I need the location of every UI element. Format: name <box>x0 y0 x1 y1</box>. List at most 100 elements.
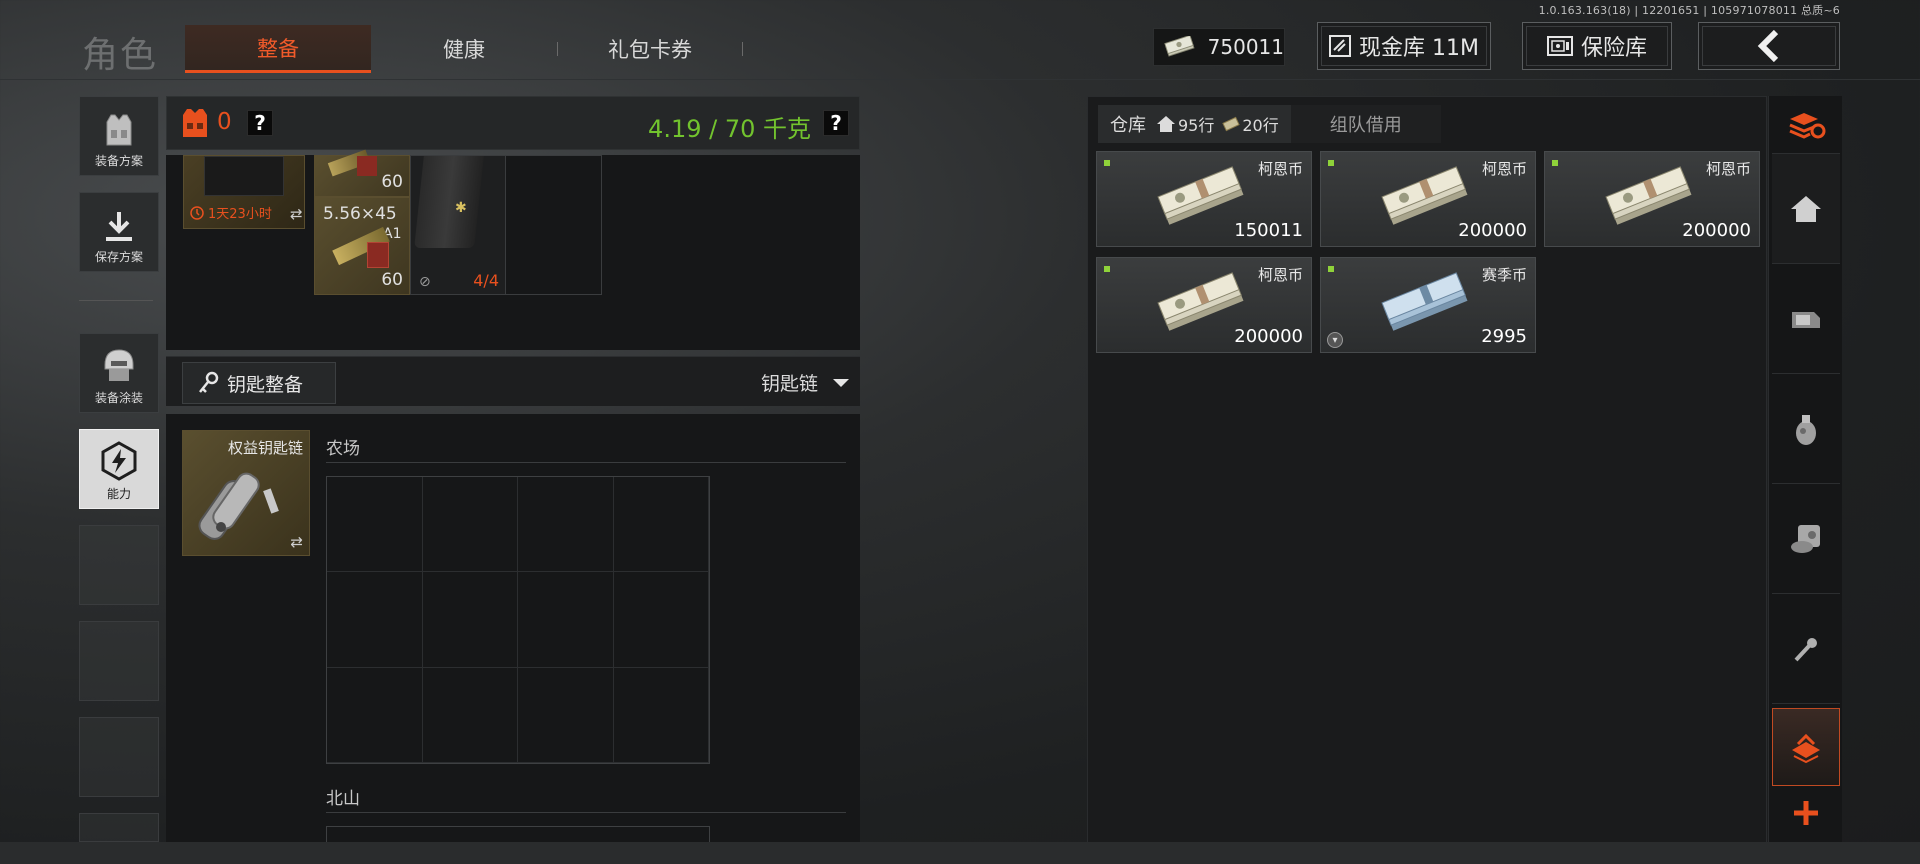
tab-equipment[interactable]: 整备 <box>185 25 371 73</box>
item-name: 柯恩币 <box>1257 160 1303 178</box>
cash-vault-button[interactable]: 现金库 11M <box>1317 22 1491 70</box>
key-slot[interactable] <box>613 477 709 573</box>
tab-warehouse[interactable]: 仓库 95行 20行 <box>1098 105 1291 143</box>
ammo-item[interactable]: 5.56×45 A1 60 <box>314 197 410 295</box>
key-slot[interactable] <box>422 572 518 668</box>
keychain-icon <box>198 472 279 540</box>
item-name: 柯恩币 <box>1705 160 1751 178</box>
new-marker <box>1104 160 1110 166</box>
warehouse-tab-label: 仓库 <box>1110 115 1146 136</box>
key-slot[interactable] <box>613 667 709 763</box>
key-slot[interactable] <box>518 572 614 668</box>
magazine-count: 4/4 <box>473 271 499 290</box>
warehouse-tabs: 仓库 95行 20行 组队借用 <box>1098 105 1441 143</box>
key-slot[interactable] <box>518 667 614 763</box>
sidebar-item-save-plan[interactable]: 保存方案 <box>79 192 159 272</box>
section-divider <box>326 812 846 813</box>
ammo-box-image <box>367 242 389 268</box>
backpack-item[interactable]: 1天23小时 <box>183 155 305 229</box>
item-name: 赛季币 <box>1481 266 1527 284</box>
keychain-dropdown[interactable]: 钥匙链 <box>761 369 850 396</box>
help-icon[interactable]: ? <box>247 110 273 136</box>
warehouse-item[interactable]: 柯恩币 200000 <box>1320 151 1536 247</box>
keychain-item[interactable]: 权益钥匙链 ⇄ <box>182 430 310 556</box>
key-slot[interactable] <box>613 572 709 668</box>
header-divider <box>0 79 1920 80</box>
empty-slot[interactable] <box>79 813 159 842</box>
new-marker <box>1104 266 1110 272</box>
sidebar-item-skin[interactable]: 装备涂装 <box>79 333 159 413</box>
tab-gift-cards[interactable]: 礼包卡券 <box>558 25 742 73</box>
warehouse-item[interactable]: 柯恩币 150011 <box>1096 151 1312 247</box>
back-button[interactable] <box>1698 22 1840 70</box>
timer-text: 1天23小时 <box>208 207 272 222</box>
new-marker <box>1552 160 1558 166</box>
home-icon <box>1157 116 1175 132</box>
item-value: 200000 <box>1234 326 1303 347</box>
category-grenade[interactable] <box>1772 374 1840 484</box>
help-icon[interactable]: ? <box>823 110 849 136</box>
swap-icon[interactable]: ⇄ <box>290 205 303 223</box>
version-text: 1.0.163.163(18) | 12201651 | 10597107801… <box>1538 4 1840 17</box>
tab-health[interactable]: 健康 <box>371 25 557 73</box>
warehouse-item[interactable]: 赛季币 ▾ 2995 <box>1320 257 1536 353</box>
category-medical[interactable] <box>1772 484 1840 594</box>
category-keys[interactable] <box>1772 594 1840 704</box>
key-slot[interactable] <box>327 477 423 573</box>
empty-slot[interactable] <box>79 621 159 701</box>
warehouse-item[interactable]: 柯恩币 200000 <box>1096 257 1312 353</box>
category-scope[interactable] <box>1772 264 1840 374</box>
key-slot[interactable] <box>327 667 423 763</box>
ammo-item[interactable]: 60 <box>314 149 410 197</box>
sidebar-item-loadout-plan[interactable]: 装备方案 <box>79 96 159 176</box>
safe-icon <box>1546 36 1573 56</box>
main-tabs: 整备 健康 礼包卡券 <box>185 24 743 74</box>
keychain-area: 权益钥匙链 ⇄ 农场 北山 <box>166 414 860 864</box>
cash-amount: 750011 <box>1207 35 1284 59</box>
key-slot[interactable] <box>422 477 518 573</box>
key-slot[interactable] <box>327 572 423 668</box>
grenade-icon <box>1796 414 1816 445</box>
cash-rows: 20行 <box>1242 116 1279 135</box>
sidebar-item-ability[interactable]: 能力 <box>79 429 159 509</box>
magazine-item[interactable]: ✱ ⊘ 4/4 <box>410 155 506 295</box>
loadout-header: 0 ? 4.19 / 70 千克 ? <box>166 96 860 150</box>
weight-display: 4.19 / 70 千克 <box>648 115 811 143</box>
key-slot[interactable] <box>518 477 614 573</box>
tab-team-borrow[interactable]: 组队借用 <box>1290 105 1441 143</box>
key-slot[interactable] <box>422 667 518 763</box>
cash-rows-icon <box>1222 116 1241 132</box>
empty-slot[interactable] <box>79 717 159 797</box>
item-value: 200000 <box>1682 220 1751 241</box>
magazine-image <box>414 156 484 248</box>
warehouse-item[interactable]: 柯恩币 200000 <box>1544 151 1760 247</box>
bottom-bar <box>0 842 1920 864</box>
item-value: 200000 <box>1458 220 1527 241</box>
ammo-count: 60 <box>381 172 403 192</box>
sort-button[interactable] <box>1772 96 1840 154</box>
tab-divider <box>742 42 743 56</box>
armor-icon <box>183 109 207 137</box>
badge-icon: ▾ <box>1327 332 1343 348</box>
item-name: 柯恩币 <box>1481 160 1527 178</box>
item-value: 150011 <box>1234 220 1303 241</box>
section-divider <box>326 462 846 463</box>
new-marker <box>1328 266 1334 272</box>
armor-count: 0 <box>217 109 232 135</box>
sidebar-item-label: 能力 <box>106 487 131 501</box>
plus-icon <box>1794 801 1818 825</box>
key-loadout-button[interactable]: 钥匙整备 <box>182 362 336 404</box>
category-home[interactable] <box>1772 154 1840 264</box>
page-title: 角色 <box>82 35 159 76</box>
swap-icon[interactable]: ⇄ <box>290 533 303 551</box>
no-ammo-icon: ⊘ <box>419 274 431 290</box>
key-loadout-label: 钥匙整备 <box>227 373 304 396</box>
sidebar-item-label: 装备涂装 <box>94 391 143 405</box>
koen-banknotes-icon <box>1381 166 1468 225</box>
empty-slot[interactable] <box>79 525 159 605</box>
koen-banknotes-icon <box>1157 166 1244 225</box>
ammo-box-image <box>357 156 377 176</box>
category-loadout[interactable] <box>1772 708 1840 786</box>
add-category-button[interactable] <box>1772 788 1840 838</box>
safe-button[interactable]: 保险库 <box>1522 22 1672 70</box>
